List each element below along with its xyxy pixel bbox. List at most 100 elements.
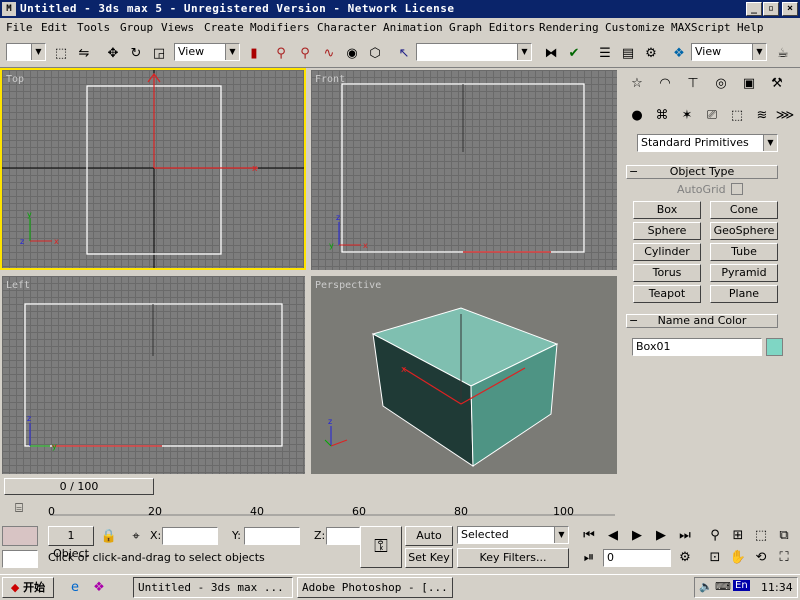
plane-button[interactable]: Plane [710, 285, 778, 303]
autogrid-checkbox[interactable] [731, 183, 743, 195]
arc-rotate-icon[interactable]: ⟲ [750, 546, 772, 568]
track-view-icon[interactable]: ☰ [594, 42, 616, 64]
maxscript-listener[interactable] [2, 526, 38, 546]
trackbar[interactable]: ⌸ 0 20 40 60 80 100 [0, 497, 620, 521]
menu-customize[interactable]: Customize [605, 21, 665, 34]
reference-coord-combo[interactable]: View ▼ [174, 43, 240, 61]
menu-help[interactable]: Help [737, 21, 764, 34]
maxscript-mini-listener[interactable] [2, 550, 38, 568]
menu-views[interactable]: Views [161, 21, 194, 34]
x-field[interactable] [162, 527, 218, 545]
tube-button[interactable]: Tube [710, 243, 778, 261]
menu-graph-editors[interactable]: Graph Editors [449, 21, 535, 34]
task-photoshop[interactable]: Adobe Photoshop - [... [297, 577, 453, 598]
select-link-icon[interactable]: ⚲ [270, 42, 292, 64]
pyramid-button[interactable]: Pyramid [710, 264, 778, 282]
goto-end-icon[interactable]: ⏭ [674, 524, 696, 546]
unlink-icon[interactable]: ⚲ [294, 42, 316, 64]
menu-animation[interactable]: Animation [383, 21, 443, 34]
ie-icon[interactable]: e [64, 576, 86, 598]
z-field[interactable] [326, 527, 360, 545]
maximize-button[interactable]: ▫ [763, 2, 779, 16]
menu-modifiers[interactable]: Modifiers [250, 21, 310, 34]
named-selection-icon[interactable]: ⬡ [364, 42, 386, 64]
sphere-button[interactable]: Sphere [633, 222, 701, 240]
material-editor-icon[interactable]: ⚙ [640, 42, 662, 64]
time-slider[interactable]: 0 / 100 [0, 476, 620, 496]
display-tab-icon[interactable]: ▣ [738, 72, 760, 94]
box-button[interactable]: Box [633, 201, 701, 219]
zoom-all-icon[interactable]: ⊞ [727, 524, 749, 546]
viewport-perspective[interactable]: Perspective x z [311, 276, 617, 474]
named-selection-combo[interactable]: ▼ [416, 43, 532, 61]
move-icon[interactable]: ✥ [102, 42, 124, 64]
absolute-mode-icon[interactable]: ⌖ [125, 525, 147, 547]
render-type-combo[interactable]: View ▼ [691, 43, 767, 61]
minimize-button[interactable]: _ [746, 2, 762, 16]
torus-button[interactable]: Torus [633, 264, 701, 282]
menu-tools[interactable]: Tools [77, 21, 110, 34]
object-name-field[interactable]: Box01 [632, 338, 762, 356]
app-icon[interactable]: M [2, 2, 16, 16]
lock-icon[interactable]: 🔒 [98, 525, 120, 547]
key-filters-button[interactable]: Key Filters... [457, 548, 569, 568]
schematic-view-icon[interactable]: ▤ [617, 42, 639, 64]
start-button[interactable]: ◆ 开始 [2, 577, 54, 598]
prev-frame-icon[interactable]: ◀ [602, 524, 624, 546]
volume-icon[interactable]: 🔈 [699, 580, 713, 593]
menu-character[interactable]: Character [317, 21, 377, 34]
modify-tab-icon[interactable]: ◠ [654, 72, 676, 94]
hierarchy-tab-icon[interactable]: ⊤ [682, 72, 704, 94]
mirror-icon[interactable]: ⧓ [540, 42, 562, 64]
goto-start-icon[interactable]: ⏮ [578, 524, 600, 546]
y-field[interactable] [244, 527, 300, 545]
key-mode-icon[interactable]: ⏯ [578, 546, 600, 568]
task-3dsmax[interactable]: Untitled - 3ds max ... [133, 577, 293, 598]
viewport-front[interactable]: Front z x y [311, 70, 617, 270]
align-icon[interactable]: ✔ [563, 42, 585, 64]
geometry-icon[interactable]: ● [626, 104, 648, 126]
close-button[interactable]: × [782, 2, 798, 16]
menu-maxscript[interactable]: MAXScript [671, 21, 731, 34]
helpers-icon[interactable]: ⬚ [726, 104, 748, 126]
mini-curve-icon[interactable]: ⌸ [8, 497, 30, 519]
quick-render-icon[interactable]: ☕ [772, 42, 794, 64]
key-icon[interactable]: ⚿ [360, 526, 402, 568]
select-by-name-icon[interactable]: ⇋ [73, 42, 95, 64]
cylinder-button[interactable]: Cylinder [633, 243, 701, 261]
teapot-button[interactable]: Teapot [633, 285, 701, 303]
lights-icon[interactable]: ✶ [676, 104, 698, 126]
menu-create[interactable]: Create [204, 21, 244, 34]
language-indicator[interactable]: En [733, 580, 750, 591]
play-icon[interactable]: ▶ [626, 524, 648, 546]
next-frame-icon[interactable]: ▶ [650, 524, 672, 546]
bind-space-warp-icon[interactable]: ∿ [318, 42, 340, 64]
frame-counter[interactable]: 0 / 100 [4, 478, 154, 495]
zoom-extents-all-icon[interactable]: ⧉ [773, 524, 795, 546]
auto-key-button[interactable]: Auto Key [405, 526, 453, 560]
cone-button[interactable]: Cone [710, 201, 778, 219]
utilities-tab-icon[interactable]: ⚒ [766, 72, 788, 94]
set-key-button[interactable]: Set Key [405, 548, 453, 568]
space-warps-icon[interactable]: ≋ [751, 104, 773, 126]
menu-file[interactable]: File [6, 21, 33, 34]
create-tab-icon[interactable]: ☆ [626, 72, 648, 94]
pivot-icon[interactable]: ▮ [243, 42, 265, 64]
viewport-top[interactable]: Top x y x z [0, 68, 306, 270]
menu-group[interactable]: Group [120, 21, 153, 34]
cameras-icon[interactable]: ⎚ [701, 104, 723, 126]
pan-icon[interactable]: ✋ [727, 546, 749, 568]
render-scene-icon[interactable]: ❖ [668, 42, 690, 64]
menu-edit[interactable]: Edit [41, 21, 68, 34]
snap-icon[interactable]: ◉ [341, 42, 363, 64]
scale-icon[interactable]: ◲ [148, 42, 170, 64]
motion-tab-icon[interactable]: ◎ [710, 72, 732, 94]
maximize-viewport-icon[interactable]: ⛶ [773, 546, 795, 568]
name-color-rollout[interactable]: − Name and Color [626, 314, 778, 328]
geosphere-button[interactable]: GeoSphere [710, 222, 778, 240]
menu-rendering[interactable]: Rendering [539, 21, 599, 34]
abc-icon[interactable]: ↖ [393, 42, 415, 64]
object-color-swatch[interactable] [766, 338, 783, 356]
network-icon[interactable]: ⌨ [715, 580, 731, 593]
selection-filter-combo[interactable]: ▼ [6, 43, 46, 61]
